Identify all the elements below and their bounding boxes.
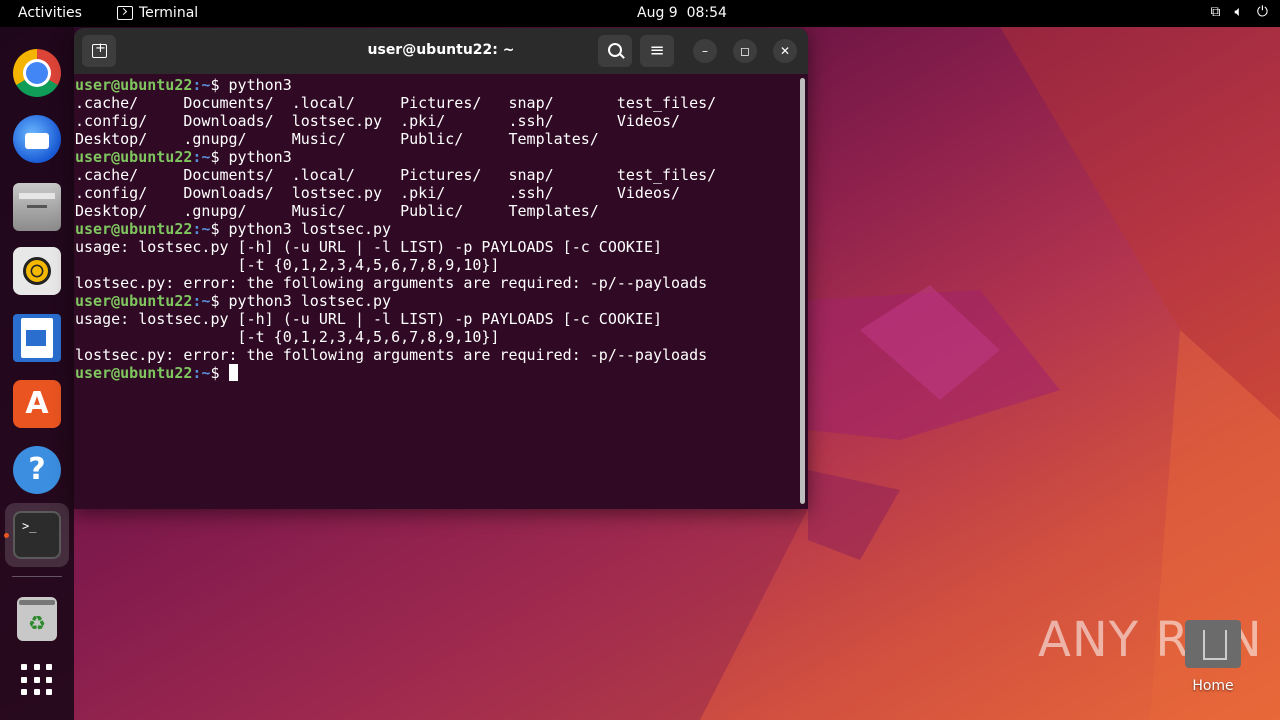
volume-icon: 🔈︎ — [1234, 4, 1243, 20]
clock-date: Aug 9 — [637, 5, 678, 21]
terminal-output-line: usage: lostsec.py [-h] (-u URL | -l LIST… — [75, 310, 662, 328]
close-button[interactable]: ✕ — [773, 39, 797, 63]
home-folder-icon[interactable] — [1185, 620, 1241, 668]
clock-time: 08:54 — [686, 5, 727, 21]
running-indicator — [4, 533, 9, 538]
libreoffice-writer-icon[interactable] — [13, 314, 61, 362]
terminal-output[interactable]: user@ubuntu22:~$ python3 .cache/ Document… — [74, 74, 798, 509]
trash-icon[interactable] — [17, 597, 57, 641]
terminal-prompt-line: user@ubuntu22:~$ python3 lostsec.py — [75, 220, 798, 238]
network-icon: ⧉ — [1210, 4, 1221, 20]
prompt-command: $ python3 — [210, 76, 292, 94]
terminal-output-line: lostsec.py: error: the following argumen… — [75, 274, 708, 292]
prompt-command: $ python3 — [210, 148, 292, 166]
terminal-output-line: .config/ Downloads/ lostsec.py .pki/ .ss… — [75, 112, 681, 130]
prompt-path: :~ — [192, 76, 211, 94]
terminal-output-line: .cache/ Documents/ .local/ Pictures/ sna… — [75, 94, 717, 112]
prompt-user: user@ubuntu22 — [75, 148, 193, 166]
menu-button[interactable] — [640, 35, 674, 67]
power-icon: ⏻ — [1256, 4, 1268, 20]
help-icon[interactable] — [13, 446, 61, 494]
prompt-command: $ python3 lostsec.py — [210, 292, 392, 310]
terminal-output-line: [-t {0,1,2,3,4,5,6,7,8,9,10}] — [75, 328, 500, 346]
top-bar: Activities Terminal Aug 9 08:54 ⧉ 🔈︎ ⏻ — [0, 0, 1280, 27]
prompt-path: :~ — [192, 364, 211, 382]
terminal-window: user@ubuntu22: ~ – ◻ ✕ user@ubuntu22:~$ … — [74, 28, 808, 509]
prompt-path: :~ — [192, 148, 211, 166]
app-menu-label: Terminal — [139, 5, 199, 21]
terminal-scrollbar[interactable] — [800, 78, 805, 504]
terminal-output-line: usage: lostsec.py [-h] (-u URL | -l LIST… — [75, 238, 662, 256]
app-menu[interactable]: Terminal — [117, 5, 198, 21]
terminal-output-line: Desktop/ .gnupg/ Music/ Public/ Template… — [75, 202, 599, 220]
thunderbird-icon[interactable] — [13, 115, 61, 163]
window-titlebar[interactable]: user@ubuntu22: ~ – ◻ ✕ — [74, 28, 808, 74]
prompt-user: user@ubuntu22 — [75, 220, 193, 238]
text-cursor — [228, 364, 238, 381]
prompt-path: :~ — [192, 292, 211, 310]
prompt-command: $ — [210, 364, 229, 382]
terminal-prompt-line: user@ubuntu22:~$ python3 lostsec.py — [75, 292, 798, 310]
terminal-prompt-line: user@ubuntu22:~$ python3 — [75, 76, 798, 94]
terminal-prompt-line: user@ubuntu22:~$ — [75, 364, 798, 382]
dock-separator — [12, 576, 62, 577]
activities-button[interactable]: Activities — [18, 5, 82, 21]
system-tray[interactable]: ⧉ 🔈︎ ⏻ — [1211, 4, 1268, 20]
home-folder-label: Home — [1192, 678, 1234, 694]
terminal-output-line: Desktop/ .gnupg/ Music/ Public/ Template… — [75, 130, 599, 148]
terminal-output-line: lostsec.py: error: the following argumen… — [75, 346, 708, 364]
prompt-user: user@ubuntu22 — [75, 76, 193, 94]
prompt-user: user@ubuntu22 — [75, 364, 193, 382]
terminal-app-icon — [117, 6, 133, 20]
app-center-icon[interactable] — [13, 380, 61, 428]
terminal-prompt-line: user@ubuntu22:~$ python3 — [75, 148, 798, 166]
files-icon[interactable] — [13, 183, 61, 231]
minimize-button[interactable]: – — [693, 39, 717, 63]
rhythmbox-icon[interactable] — [13, 247, 61, 295]
clock[interactable]: Aug 9 08:54 — [637, 5, 727, 21]
terminal-output-line: .config/ Downloads/ lostsec.py .pki/ .ss… — [75, 184, 681, 202]
terminal-icon[interactable] — [13, 511, 61, 559]
prompt-command: $ python3 lostsec.py — [210, 220, 392, 238]
chrome-icon[interactable] — [13, 49, 61, 97]
terminal-output-line: .cache/ Documents/ .local/ Pictures/ sna… — [75, 166, 717, 184]
prompt-path: :~ — [192, 220, 211, 238]
show-apps-icon[interactable] — [21, 664, 53, 696]
search-button[interactable] — [598, 35, 632, 67]
prompt-user: user@ubuntu22 — [75, 292, 193, 310]
terminal-output-line: [-t {0,1,2,3,4,5,6,7,8,9,10}] — [75, 256, 500, 274]
maximize-button[interactable]: ◻ — [733, 39, 757, 63]
